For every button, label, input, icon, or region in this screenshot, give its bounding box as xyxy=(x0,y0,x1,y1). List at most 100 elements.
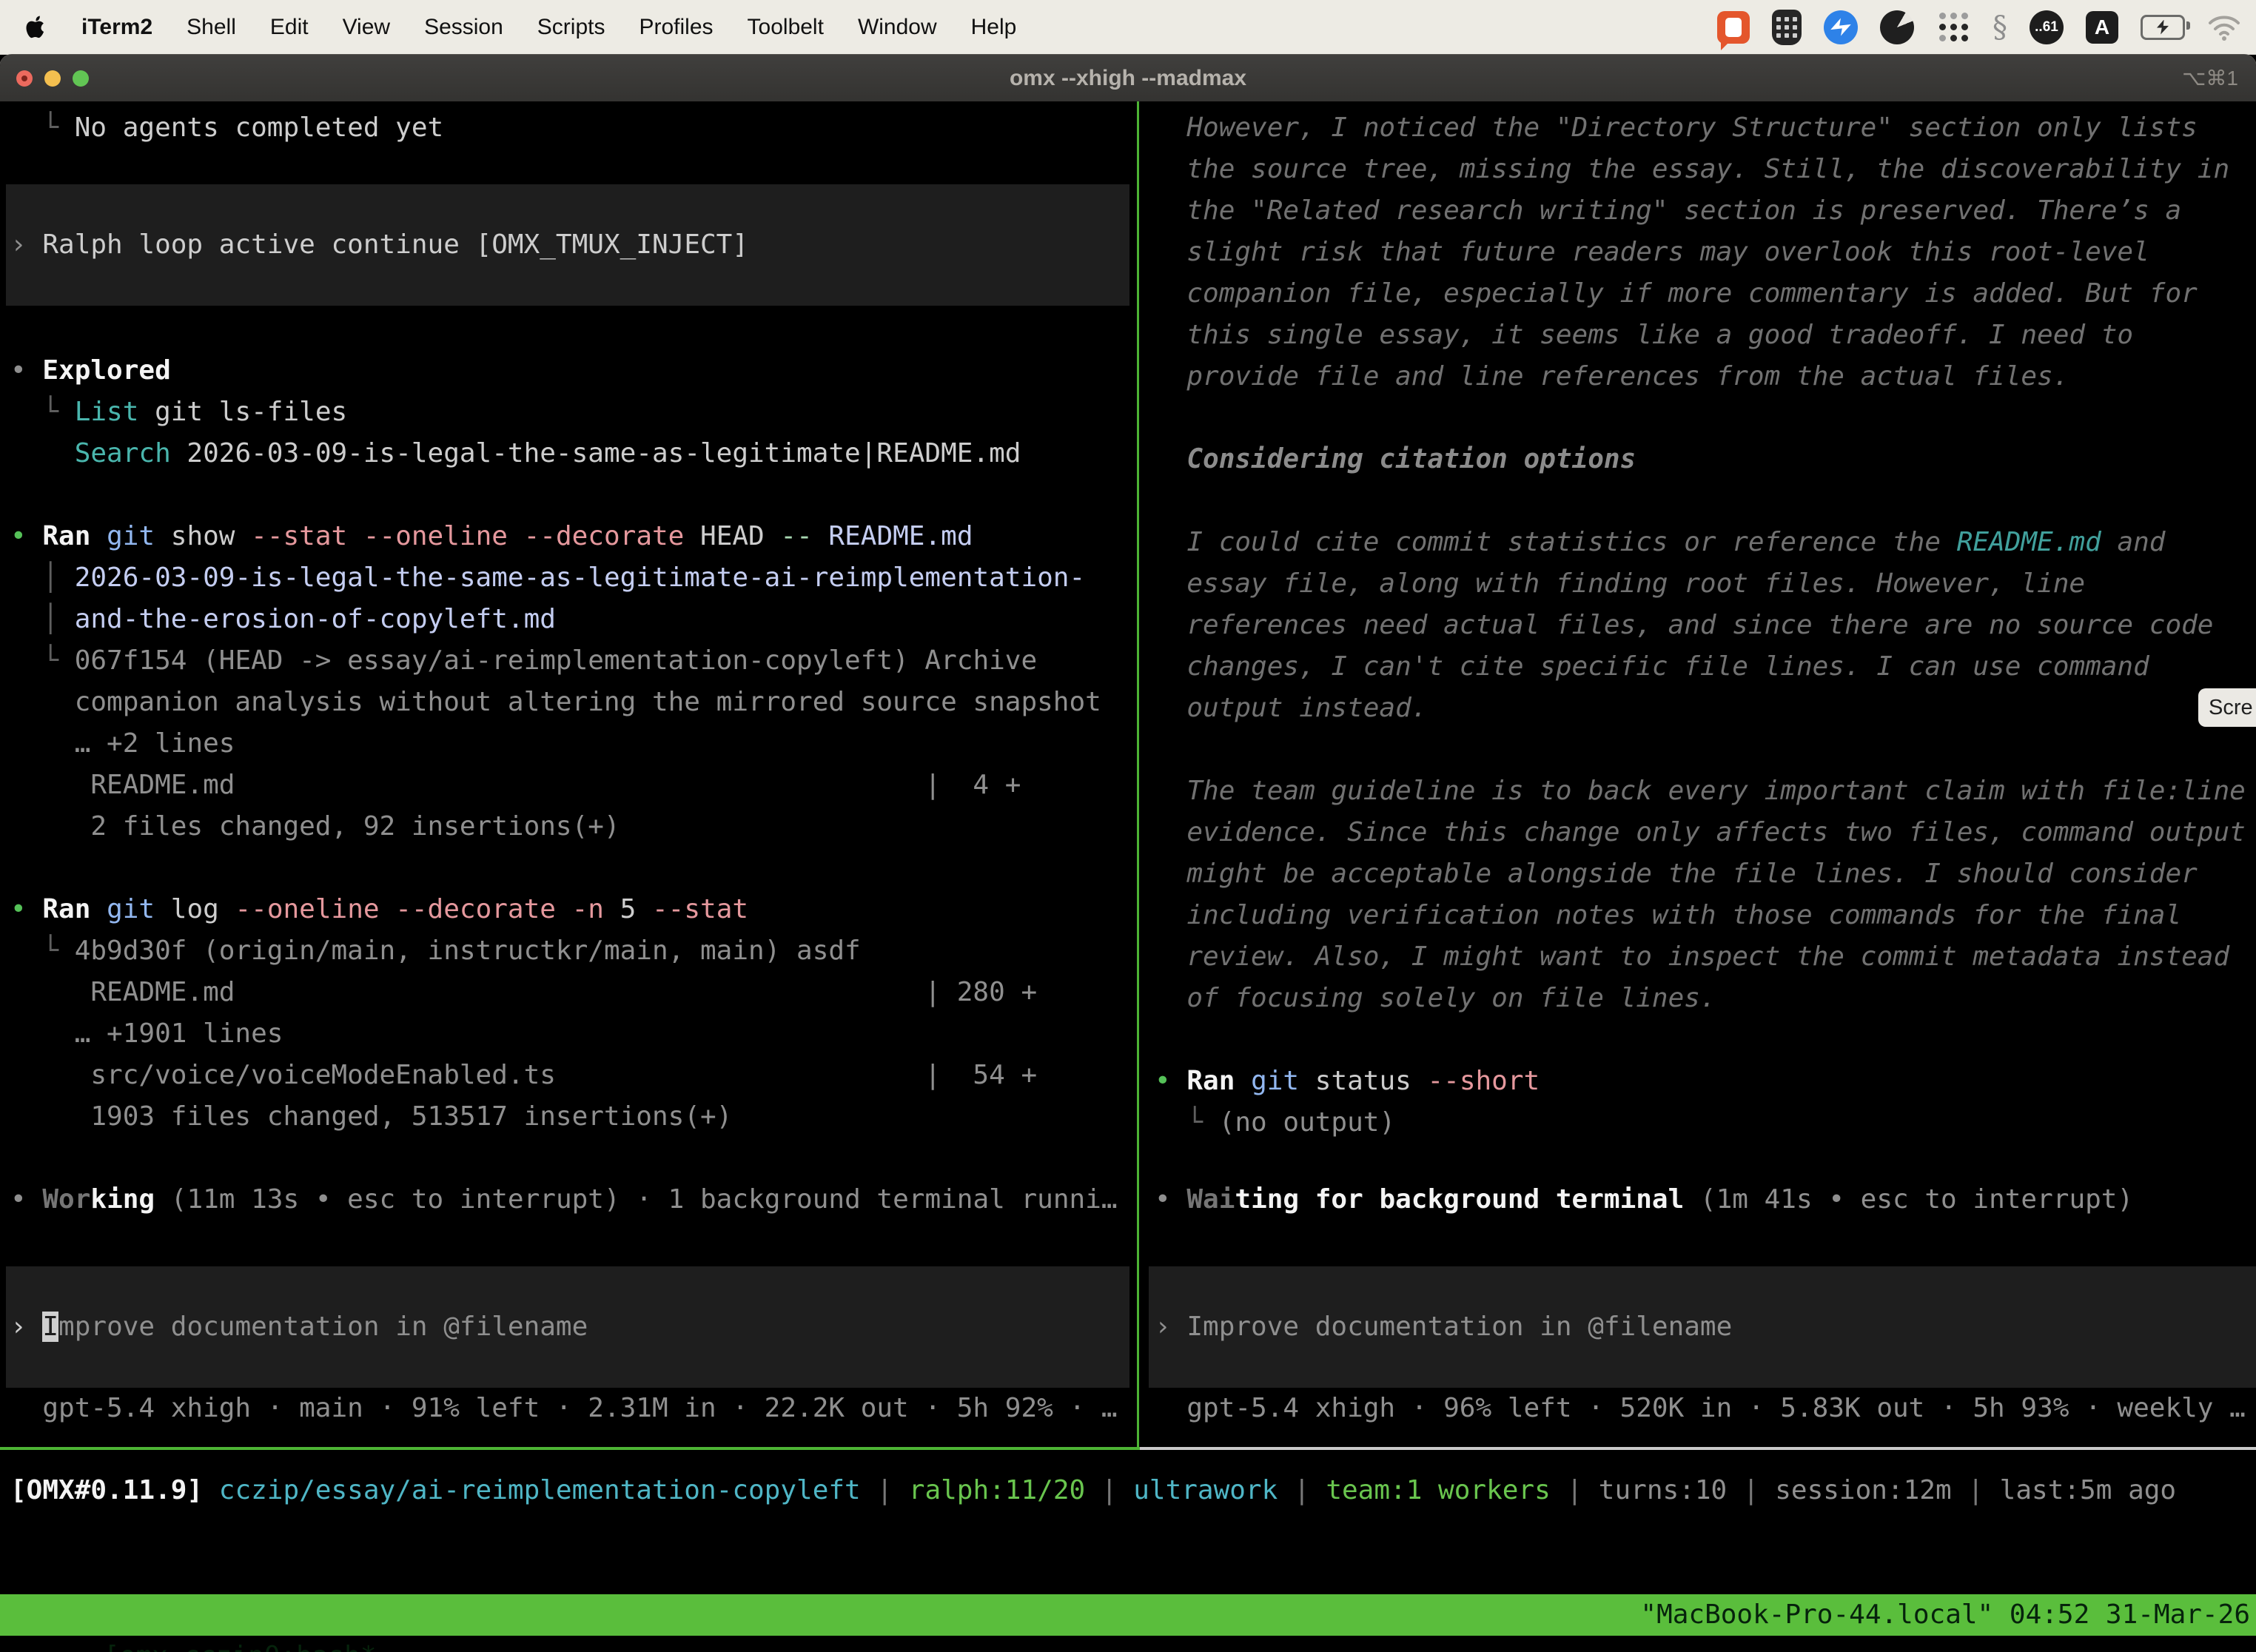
terminal-line: • Ran git status --short xyxy=(1155,1061,2256,1102)
menu-item-edit[interactable]: Edit xyxy=(270,15,309,40)
terminal-line xyxy=(1155,729,2256,770)
terminal-line: • Working (11m 13s • esc to interrupt) ·… xyxy=(10,1179,1131,1220)
terminal-line: 1903 files changed, 513517 insertions(+) xyxy=(10,1096,1131,1138)
menubar-menus: iTerm2 Shell Edit View Session Scripts P… xyxy=(0,14,1016,41)
messenger-bolt-icon[interactable] xyxy=(1824,10,1858,44)
pie-chart-icon[interactable] xyxy=(1880,10,1914,44)
window-titlebar[interactable]: omx --xhigh --madmax ⌥⌘1 xyxy=(0,55,2256,101)
terminal-line: Search 2026-03-09-is-legal-the-same-as-l… xyxy=(10,433,1131,474)
omx-status-line: [OMX#0.11.9] cczip/essay/ai-reimplementa… xyxy=(10,1470,2256,1511)
waiting-status-line: • Waiting for background terminal (1m 41… xyxy=(1155,1179,2256,1220)
terminal-line xyxy=(10,474,1131,516)
terminal-line: • Ran git show --stat --oneline --decora… xyxy=(10,516,1131,557)
menu-item-shell[interactable]: Shell xyxy=(187,15,236,40)
menu-item-scripts[interactable]: Scripts xyxy=(537,15,605,40)
terminal-line: review. Also, I might want to inspect th… xyxy=(1155,936,2256,978)
menu-item-profiles[interactable]: Profiles xyxy=(639,15,713,40)
keychain-icon[interactable]: § xyxy=(1993,10,2007,44)
terminal-line xyxy=(1155,1019,2256,1061)
macos-menubar: iTerm2 Shell Edit View Session Scripts P… xyxy=(0,0,2256,55)
terminal-line: src/voice/voiceModeEnabled.ts | 54 + xyxy=(10,1055,1131,1096)
terminal-line: README.md | 4 + xyxy=(10,765,1131,806)
active-pane-border xyxy=(0,1447,1140,1450)
right-session-status: gpt-5.4 xhigh · 96% left · 520K in · 5.8… xyxy=(1155,1388,2256,1429)
pane-bottom-border xyxy=(0,1447,2256,1450)
input-source-icon[interactable]: A xyxy=(2086,11,2118,44)
terminal-line: └ 067f154 (HEAD -> essay/ai-reimplementa… xyxy=(10,640,1131,682)
terminal-line: changes, I can't cite specific file line… xyxy=(1155,646,2256,688)
terminal-line: However, I noticed the "Directory Struct… xyxy=(1155,107,2256,149)
tmux-status-bar: [omx-cczip0:bash* "MacBook-Pro-44.local"… xyxy=(0,1594,2256,1636)
right-transcript: However, I noticed the "Directory Struct… xyxy=(1155,107,2256,1144)
terminal-content: └ No agents completed yet › Ralph loop a… xyxy=(0,101,2256,1652)
menu-item-view[interactable]: View xyxy=(343,15,390,40)
terminal-line: companion analysis without altering the … xyxy=(10,682,1131,723)
terminal-line: └ List git ls-files xyxy=(10,392,1131,433)
menu-item-help[interactable]: Help xyxy=(971,15,1017,40)
left-session-status: gpt-5.4 xhigh · main · 91% left · 2.31M … xyxy=(10,1388,1131,1429)
terminal-line: … +2 lines xyxy=(10,723,1131,765)
terminal-line: provide file and line references from th… xyxy=(1155,356,2256,397)
menu-item-session[interactable]: Session xyxy=(424,15,503,40)
terminal-line xyxy=(1155,397,2256,439)
terminal-line xyxy=(1155,480,2256,522)
left-transcript: • Explored └ List git ls-files Search 20… xyxy=(10,350,1131,1220)
terminal-line: › Improve documentation in @filename xyxy=(10,1306,588,1348)
screenshot-app-icon[interactable] xyxy=(1717,11,1750,44)
terminal-line: gpt-5.4 xhigh · 96% left · 520K in · 5.8… xyxy=(1155,1388,2256,1429)
terminal-line: might be acceptable alongside the file l… xyxy=(1155,853,2256,895)
menu-item-toolbelt[interactable]: Toolbelt xyxy=(748,15,824,40)
wifi-icon[interactable] xyxy=(2207,14,2241,41)
terminal-line: The team guideline is to back every impo… xyxy=(1155,770,2256,812)
apple-icon[interactable] xyxy=(25,14,47,41)
terminal-line: › Improve documentation in @filename xyxy=(1155,1306,1732,1348)
terminal-line xyxy=(10,847,1131,889)
terminal-line: the "Related research writing" section i… xyxy=(1155,190,2256,232)
terminal-line: 2 files changed, 92 insertions(+) xyxy=(10,806,1131,847)
terminal-line: README.md | 280 + xyxy=(10,972,1131,1013)
right-pane[interactable]: However, I noticed the "Directory Struct… xyxy=(1149,101,2256,1447)
terminal-line: companion file, especially if more comme… xyxy=(1155,273,2256,315)
agents-summary: └ No agents completed yet xyxy=(10,107,1131,149)
terminal-line: │ 2026-03-09-is-legal-the-same-as-legiti… xyxy=(10,557,1131,599)
iterm-window: omx --xhigh --madmax ⌥⌘1 └ No agents com… xyxy=(0,55,2256,1652)
terminal-line: │ and-the-erosion-of-copyleft.md xyxy=(10,599,1131,640)
terminal-line: of focusing solely on file lines. xyxy=(1155,978,2256,1019)
tmux-session-name[interactable]: [omx-cczip0:bash* xyxy=(104,1641,376,1652)
battery-icon[interactable] xyxy=(2141,15,2185,40)
inactive-pane-border xyxy=(1140,1447,2256,1450)
screen-notification[interactable]: Scre xyxy=(2198,688,2256,727)
terminal-line: • Ran git log --oneline --decorate -n 5 … xyxy=(10,889,1131,930)
terminal-line: [OMX#0.11.9] cczip/essay/ai-reimplementa… xyxy=(10,1470,2256,1511)
terminal-line xyxy=(10,1138,1131,1179)
terminal-line: gpt-5.4 xhigh · main · 91% left · 2.31M … xyxy=(10,1388,1131,1429)
left-pane[interactable]: └ No agents completed yet › Ralph loop a… xyxy=(0,101,1131,1447)
pane-divider[interactable] xyxy=(1137,101,1139,1447)
dots-grid-icon[interactable] xyxy=(1936,10,1970,44)
terminal-line: • Waiting for background terminal (1m 41… xyxy=(1155,1179,2256,1220)
menu-item-window[interactable]: Window xyxy=(858,15,937,40)
menu-item-iterm2[interactable]: iTerm2 xyxy=(81,15,152,40)
window-title: omx --xhigh --madmax xyxy=(0,66,2256,91)
menubar-status-icons: § ..61 A xyxy=(1717,10,2256,45)
left-prompt-input[interactable]: › Improve documentation in @filename xyxy=(6,1266,1129,1388)
right-prompt-input[interactable]: › Improve documentation in @filename xyxy=(1149,1266,2256,1388)
terminal-line: slight risk that future readers may over… xyxy=(1155,232,2256,273)
window-shortcut-badge: ⌥⌘1 xyxy=(2182,66,2238,90)
terminal-line: › Ralph loop active continue [OMX_TMUX_I… xyxy=(10,224,748,266)
countdown-badge-icon[interactable]: ..61 xyxy=(2030,10,2064,44)
terminal-line: • Explored xyxy=(10,350,1131,392)
terminal-line: references need actual files, and since … xyxy=(1155,605,2256,646)
terminal-line: evidence. Since this change only affects… xyxy=(1155,812,2256,853)
terminal-line: … +1901 lines xyxy=(10,1013,1131,1055)
terminal-line: this single essay, it seems like a good … xyxy=(1155,315,2256,356)
terminal-line: └ 4b9d30f (origin/main, instructkr/main,… xyxy=(10,930,1131,972)
terminal-line: essay file, along with finding root file… xyxy=(1155,563,2256,605)
terminal-line: └ No agents completed yet xyxy=(10,107,1131,149)
shield-grid-icon[interactable] xyxy=(1772,10,1802,45)
terminal-line: output instead. xyxy=(1155,688,2256,729)
terminal-line: └ (no output) xyxy=(1155,1102,2256,1144)
terminal-line: Considering citation options xyxy=(1155,439,2256,480)
terminal-line: I could cite commit statistics or refere… xyxy=(1155,522,2256,563)
terminal-line: the source tree, missing the essay. Stil… xyxy=(1155,149,2256,190)
